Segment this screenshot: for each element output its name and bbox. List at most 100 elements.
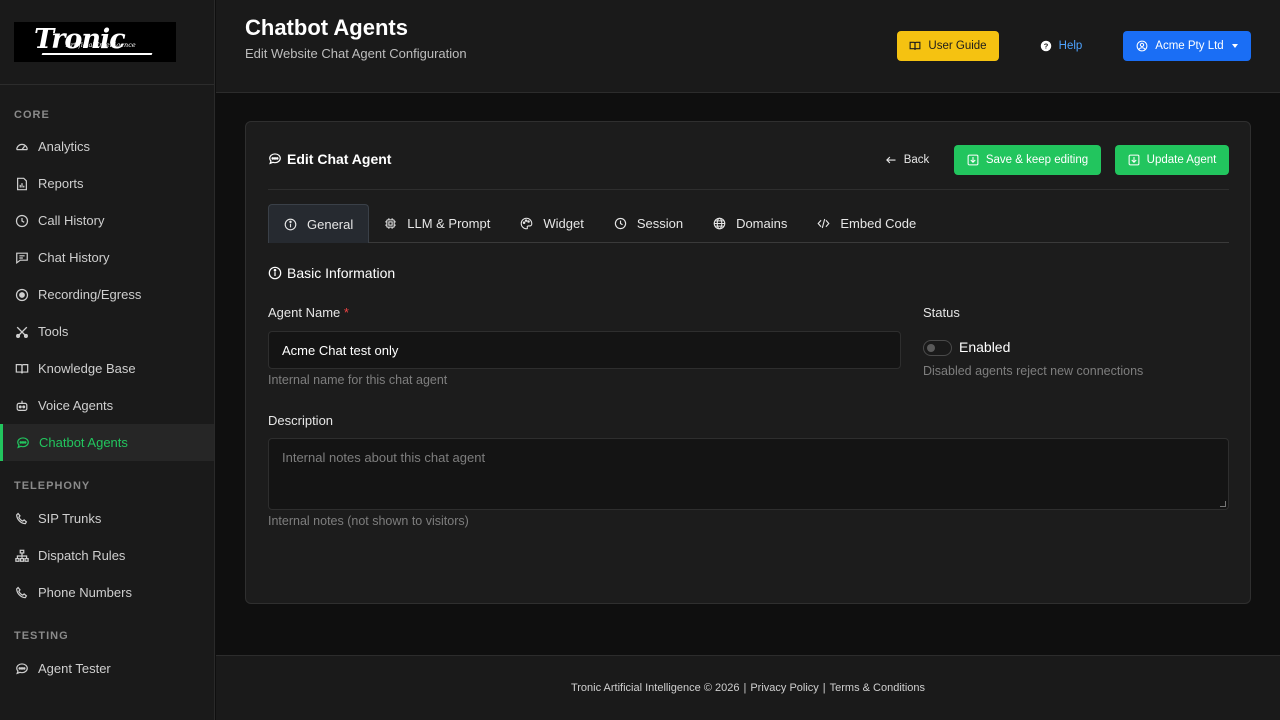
sidebar-item-call-history[interactable]: Call History bbox=[0, 202, 214, 239]
agent-name-input[interactable]: Acme Chat test only bbox=[268, 331, 901, 369]
page-footer: Tronic Artificial Intelligence © 2026 | … bbox=[216, 655, 1280, 720]
report-icon bbox=[14, 176, 29, 191]
chevron-down-icon bbox=[1231, 44, 1238, 48]
tab-label: Widget bbox=[543, 216, 584, 231]
tronic-logo[interactable]: Tronic Artificial Intelligence bbox=[14, 22, 176, 62]
privacy-policy-link[interactable]: Privacy Policy bbox=[750, 682, 818, 694]
robot-icon bbox=[14, 398, 29, 413]
record-icon bbox=[14, 287, 29, 302]
page-subtitle: Edit Website Chat Agent Configuration bbox=[245, 46, 467, 61]
terms-conditions-link[interactable]: Terms & Conditions bbox=[830, 682, 925, 694]
sidebar-item-agent-tester[interactable]: Agent Tester bbox=[0, 650, 214, 687]
tab-widget[interactable]: Widget bbox=[505, 204, 598, 243]
diagram-icon bbox=[14, 548, 29, 563]
sidebar-item-phone-numbers[interactable]: Phone Numbers bbox=[0, 574, 214, 611]
sidebar-item-label: Knowledge Base bbox=[38, 361, 136, 376]
sidebar-item-voice-agents[interactable]: Voice Agents bbox=[0, 387, 214, 424]
download-icon bbox=[967, 154, 979, 166]
tab-session[interactable]: Session bbox=[599, 204, 698, 243]
account-dropdown[interactable]: Acme Pty Ltd bbox=[1123, 31, 1251, 61]
code-icon bbox=[817, 218, 830, 229]
description-label: Description bbox=[268, 413, 334, 428]
page-title: Chatbot Agents bbox=[245, 15, 408, 40]
sidebar-item-label: Analytics bbox=[38, 139, 91, 154]
tools-icon bbox=[14, 324, 29, 339]
description-hint: Internal notes (not shown to visitors) bbox=[268, 514, 469, 528]
sidebar-item-reports[interactable]: Reports bbox=[0, 165, 214, 202]
chat-dots-icon bbox=[269, 153, 281, 165]
help-label: Help bbox=[1058, 40, 1083, 52]
description-textarea[interactable]: Internal notes about this chat agent bbox=[268, 438, 1229, 510]
sidebar-item-label: Call History bbox=[38, 213, 105, 228]
status-toggle-label: Enabled bbox=[959, 339, 1011, 355]
speedometer-icon bbox=[14, 139, 29, 154]
sidebar-item-sip-trunks[interactable]: SIP Trunks bbox=[0, 500, 214, 537]
sidebar-item-recording-egress[interactable]: Recording/Egress bbox=[0, 276, 214, 313]
phone-icon bbox=[14, 585, 29, 600]
sidebar-item-label: Dispatch Rules bbox=[38, 548, 126, 563]
update-label: Update Agent bbox=[1146, 154, 1217, 166]
sidebar-item-tools[interactable]: Tools bbox=[0, 313, 214, 350]
tab-embed-code[interactable]: Embed Code bbox=[802, 204, 931, 243]
nav-section-core: CORE bbox=[14, 109, 50, 121]
tab-llm-prompt[interactable]: LLM & Prompt bbox=[369, 204, 505, 243]
tab-domains[interactable]: Domains bbox=[698, 204, 802, 243]
sidebar-item-label: Recording/Egress bbox=[38, 287, 142, 302]
book-icon bbox=[909, 41, 921, 50]
description-placeholder: Internal notes about this chat agent bbox=[282, 450, 486, 465]
tab-general[interactable]: General bbox=[268, 204, 370, 243]
back-button[interactable]: Back bbox=[880, 145, 934, 175]
logo-wordmark: Tronic bbox=[34, 24, 126, 55]
save-keep-editing-button[interactable]: Save & keep editing bbox=[954, 145, 1101, 175]
agent-name-label: Agent Name * bbox=[268, 305, 349, 320]
globe-icon bbox=[713, 217, 726, 230]
back-label: Back bbox=[903, 154, 930, 166]
info-icon bbox=[284, 218, 297, 230]
sidebar-item-chat-history[interactable]: Chat History bbox=[0, 239, 214, 276]
status-label: Status bbox=[923, 305, 960, 320]
sidebar-item-label: Chatbot Agents bbox=[39, 435, 128, 450]
sidebar-item-knowledge-base[interactable]: Knowledge Base bbox=[0, 350, 214, 387]
top-header: Chatbot Agents Edit Website Chat Agent C… bbox=[216, 0, 1280, 93]
sidebar: Tronic Artificial Intelligence CORE Anal… bbox=[0, 0, 215, 720]
required-mark: * bbox=[343, 305, 349, 320]
logo-subtext: Artificial Intelligence bbox=[66, 41, 136, 49]
resize-handle[interactable] bbox=[1220, 501, 1226, 507]
sidebar-item-dispatch-rules[interactable]: Dispatch Rules bbox=[0, 537, 214, 574]
sidebar-item-analytics[interactable]: Analytics bbox=[0, 128, 214, 165]
sidebar-item-label: Tools bbox=[38, 324, 69, 339]
tab-label: General bbox=[307, 216, 354, 232]
sidebar-item-label: Phone Numbers bbox=[38, 585, 132, 600]
user-circle-icon bbox=[1136, 40, 1148, 52]
chat-dots-icon bbox=[15, 435, 30, 450]
clock-icon bbox=[614, 217, 627, 230]
logo-underline bbox=[41, 53, 153, 55]
section-title: Basic Information bbox=[287, 265, 396, 281]
status-hint: Disabled agents reject new connections bbox=[923, 364, 1144, 378]
edit-agent-card: Edit Chat Agent Back Save & keep editing… bbox=[245, 121, 1251, 604]
tab-label: Embed Code bbox=[840, 216, 917, 231]
update-agent-button[interactable]: Update Agent bbox=[1115, 145, 1229, 175]
footer-separator: | bbox=[743, 682, 747, 694]
sidebar-item-chatbot-agents[interactable]: Chatbot Agents bbox=[0, 424, 214, 461]
basic-information-heading: Basic Information bbox=[268, 265, 395, 281]
user-guide-button[interactable]: User Guide bbox=[897, 31, 999, 61]
tab-label: Domains bbox=[736, 216, 788, 231]
info-icon bbox=[268, 266, 282, 280]
user-guide-label: User Guide bbox=[928, 40, 987, 52]
book-icon bbox=[14, 361, 29, 376]
agent-name-value: Acme Chat test only bbox=[282, 342, 399, 358]
help-link[interactable]: ? Help bbox=[1031, 31, 1091, 61]
footer-separator: | bbox=[822, 682, 826, 694]
chat-lines-icon bbox=[14, 250, 29, 265]
agent-name-label-text: Agent Name bbox=[268, 305, 341, 320]
palette-icon bbox=[521, 217, 533, 230]
toggle-knob bbox=[927, 344, 935, 352]
card-title-text: Edit Chat Agent bbox=[287, 151, 392, 167]
sidebar-item-label: SIP Trunks bbox=[38, 511, 102, 526]
nav-section-telephony: TELEPHONY bbox=[14, 480, 91, 492]
sidebar-item-label: Voice Agents bbox=[38, 398, 114, 413]
sidebar-item-label: Agent Tester bbox=[38, 661, 111, 676]
status-toggle[interactable] bbox=[923, 340, 952, 356]
agent-name-hint: Internal name for this chat agent bbox=[268, 373, 448, 387]
